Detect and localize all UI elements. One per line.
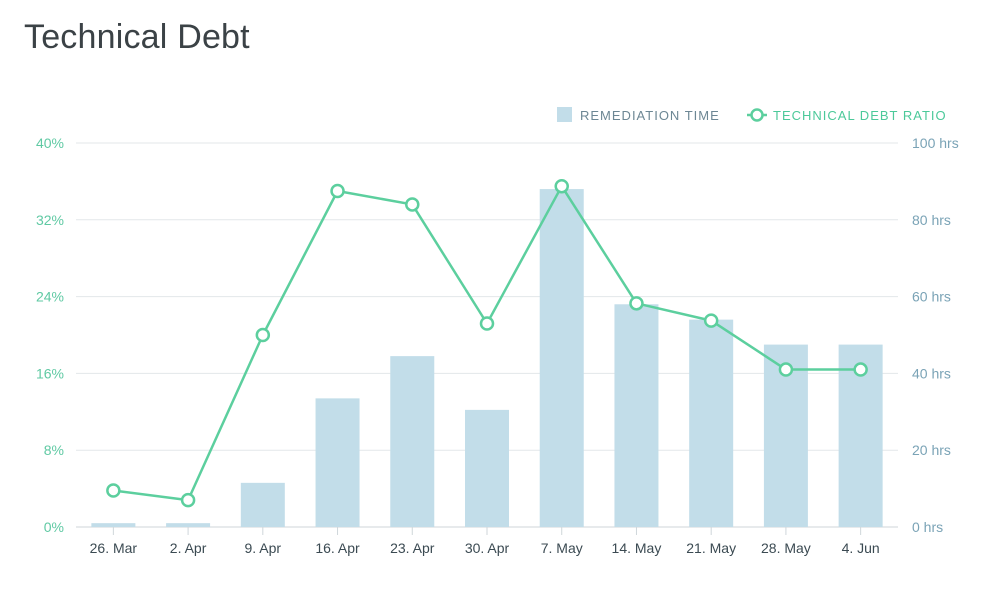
technical-debt-chart: 0% 8% 16% 24% 32% 40% 0 hrs 20 hrs 40 hrs 60 hrs…: [36, 107, 959, 556]
right-tick-label: 40 hrs: [912, 365, 951, 381]
x-tick-label: 23. Apr: [390, 540, 435, 556]
bar: [614, 304, 659, 527]
left-tick-label: 32%: [36, 212, 64, 228]
legend-item-remediation-time[interactable]: REMEDIATION TIME: [557, 107, 720, 123]
right-tick-label: 100 hrs: [912, 135, 959, 151]
bar: [689, 319, 734, 527]
x-tick-label: 16. Apr: [315, 540, 360, 556]
x-tick-label: 26. Mar: [90, 540, 138, 556]
left-axis: 0% 8% 16% 24% 32% 40%: [36, 135, 64, 535]
legend[interactable]: REMEDIATION TIME TECHNICAL DEBT RATIO: [557, 107, 947, 123]
line-point: [479, 316, 495, 331]
line-point: [330, 183, 345, 199]
line-point: [554, 178, 569, 194]
line-point: [629, 296, 644, 311]
line-point: [778, 362, 794, 377]
bar: [166, 523, 211, 527]
x-tick-label: 4. Jun: [842, 540, 880, 556]
x-tick-label: 21. May: [686, 540, 736, 556]
x-tick-label: 30. Apr: [465, 540, 510, 556]
bar: [390, 356, 435, 527]
line-point: [405, 197, 420, 212]
bar: [91, 523, 136, 527]
bar: [539, 189, 584, 527]
line-point: [180, 492, 196, 508]
left-tick-label: 16%: [36, 365, 64, 381]
legend-label: REMEDIATION TIME: [580, 108, 720, 123]
line-point: [703, 313, 719, 328]
right-tick-label: 20 hrs: [912, 442, 951, 458]
line-point: [106, 483, 121, 498]
right-tick-label: 0 hrs: [912, 519, 943, 535]
legend-item-technical-debt-ratio[interactable]: TECHNICAL DEBT RATIO: [747, 108, 947, 123]
bar: [465, 409, 509, 527]
x-tick-label: 28. May: [761, 540, 811, 556]
legend-label: TECHNICAL DEBT RATIO: [773, 108, 947, 123]
line-point: [255, 327, 271, 343]
right-tick-label: 80 hrs: [912, 212, 951, 228]
x-axis: 26. Mar 2. Apr 9. Apr 16. Apr 23. Apr 30. Apr…: [90, 527, 880, 556]
line-point: [853, 362, 868, 377]
left-tick-label: 24%: [36, 289, 64, 305]
x-tick-label: 14. May: [612, 540, 662, 556]
right-axis: 0 hrs 20 hrs 40 hrs 60 hrs 80 hrs 100 hrs: [912, 135, 959, 535]
x-tick-label: 7. May: [541, 540, 583, 556]
left-tick-label: 40%: [36, 135, 64, 151]
bar-series: [91, 189, 883, 527]
x-tick-label: 9. Apr: [245, 540, 282, 556]
bar: [315, 398, 360, 527]
left-tick-label: 8%: [44, 442, 64, 458]
legend-bar-swatch: [557, 107, 572, 122]
x-tick-label: 2. Apr: [170, 540, 207, 556]
left-tick-label: 0%: [44, 519, 64, 535]
right-tick-label: 60 hrs: [912, 289, 951, 305]
bar: [240, 482, 285, 527]
legend-marker-swatch: [750, 108, 764, 122]
